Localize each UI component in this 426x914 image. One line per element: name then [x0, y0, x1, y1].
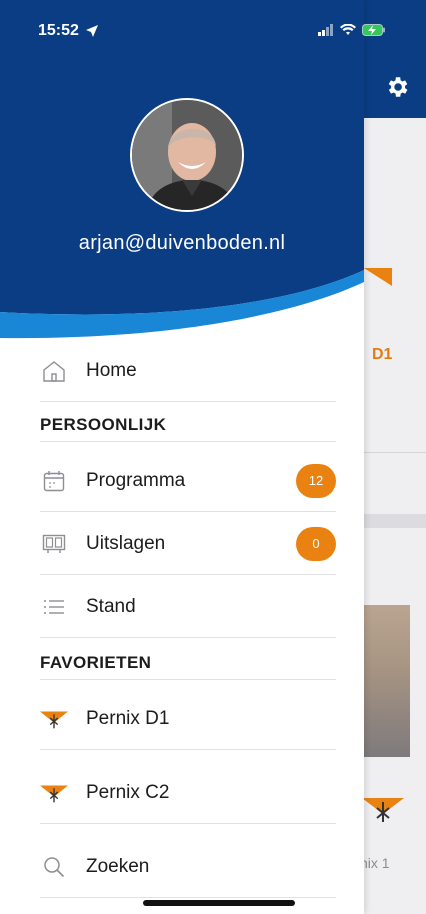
- menu-item-home-label: Home: [86, 359, 137, 381]
- menu-item-search[interactable]: Zoeken: [40, 836, 336, 898]
- search-icon: [40, 853, 68, 881]
- status-time-text: 15:52: [38, 22, 79, 39]
- wifi-icon: [340, 24, 356, 35]
- section-header-favorites: FAVORIETEN: [40, 640, 336, 680]
- status-indicators: [318, 24, 386, 36]
- background-divider: [364, 452, 426, 453]
- navigation-drawer: 15:52 arjan@duivenboden.nl Home PERSOONL…: [0, 0, 385, 914]
- menu-item-programma-label: Programma: [86, 469, 186, 491]
- drawer-header: 15:52 arjan@duivenboden.nl: [0, 0, 385, 345]
- pernix-logo-icon: [362, 798, 404, 822]
- menu-item-programma[interactable]: Programma 12: [40, 450, 336, 512]
- menu-item-stand[interactable]: Stand: [40, 576, 336, 638]
- background-team-label: D1: [372, 346, 393, 363]
- home-indicator[interactable]: [143, 900, 295, 906]
- menu-item-uitslagen[interactable]: Uitslagen 0: [40, 513, 336, 575]
- menu-item-favorite-pernix-c2[interactable]: Pernix C2: [40, 762, 336, 824]
- menu-item-home[interactable]: Home: [40, 340, 336, 402]
- battery-charging-icon: [362, 24, 385, 36]
- menu-item-search-label: Zoeken: [86, 855, 150, 877]
- background-orange-shape: [364, 268, 392, 286]
- pernix-logo-icon: [40, 705, 68, 733]
- menu-item-pernix-c2-label: Pernix C2: [86, 781, 170, 803]
- programma-count-badge: 12: [296, 463, 336, 498]
- profile-photo: [132, 100, 242, 210]
- uitslagen-count-badge: 0: [296, 526, 336, 561]
- menu-item-favorite-pernix-d1[interactable]: Pernix D1: [40, 688, 336, 750]
- section-header-personal: PERSOONLIJK: [40, 402, 336, 442]
- pernix-logo-icon: [40, 779, 68, 807]
- avatar[interactable]: [130, 98, 244, 212]
- results-board-icon: [40, 530, 68, 558]
- calendar-icon: [40, 467, 68, 495]
- menu-item-stand-label: Stand: [86, 595, 136, 617]
- menu-item-uitslagen-label: Uitslagen: [86, 532, 166, 554]
- home-icon: [40, 357, 68, 385]
- signal-icon: [318, 24, 333, 36]
- menu-item-pernix-d1-label: Pernix D1: [86, 707, 170, 729]
- background-logo-caption: nix 1: [360, 855, 390, 871]
- background-band: [364, 514, 426, 528]
- settings-gear-icon[interactable]: [384, 74, 410, 100]
- background-photo: [364, 605, 410, 757]
- location-arrow-icon: [85, 25, 98, 37]
- status-time: 15:52: [38, 22, 99, 40]
- user-email: arjan@duivenboden.nl: [78, 232, 286, 254]
- list-icon: [40, 593, 68, 621]
